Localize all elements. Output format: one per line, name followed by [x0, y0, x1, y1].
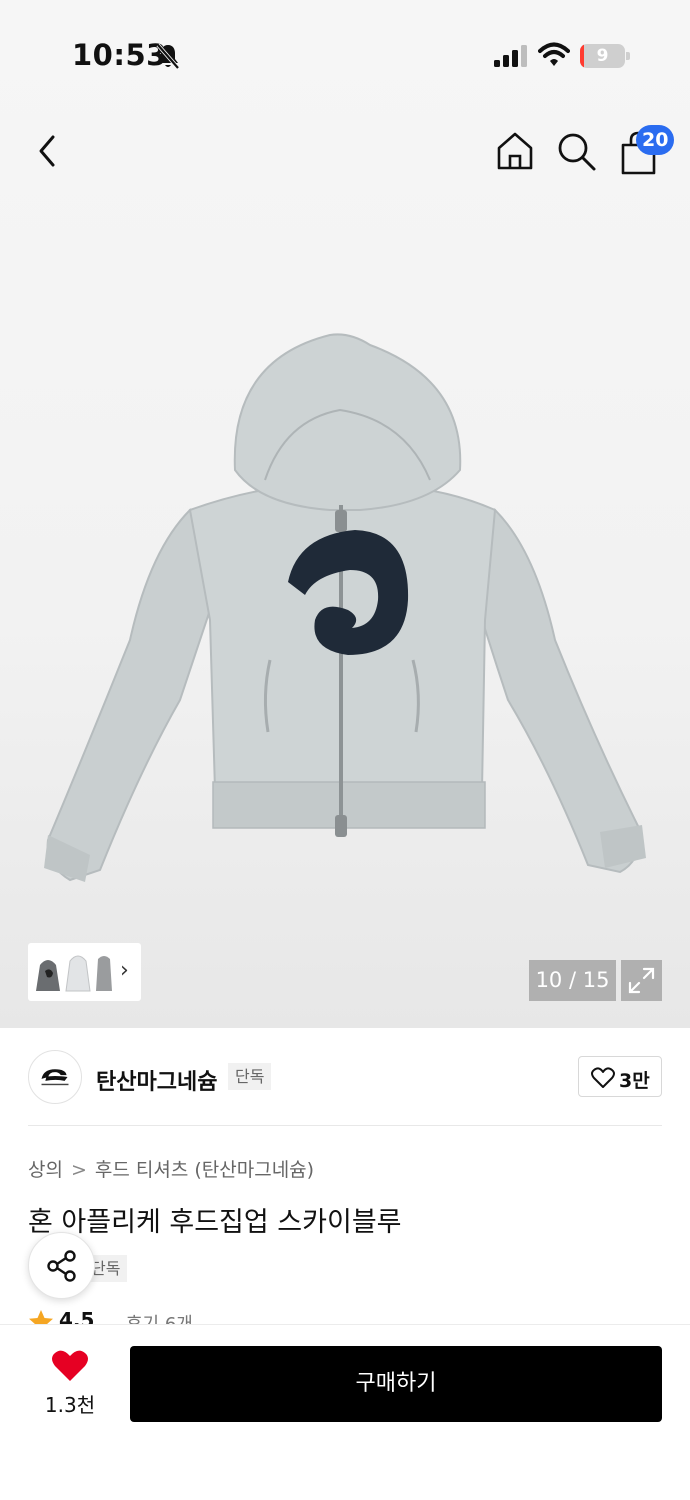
divider [28, 1125, 662, 1126]
status-time: 10:53 [72, 38, 167, 72]
battery-indicator: 9 [580, 44, 630, 68]
bell-muted-icon [156, 43, 180, 70]
wishlist-count: 1.3천 [44, 1393, 96, 1417]
top-navigation [0, 118, 690, 188]
product-photo [44, 333, 646, 882]
image-page-counter: 10 / 15 [529, 960, 616, 1001]
thumbnail-strip[interactable]: › [28, 943, 141, 1001]
battery-level: 9 [596, 46, 609, 66]
product-title: 혼 아플리케 후드집업 스카이블루 [28, 1207, 402, 1238]
share-button[interactable] [28, 1232, 95, 1299]
brand-like-count: 3만 [619, 1070, 650, 1092]
exclusive-badge: 단독 [228, 1063, 272, 1090]
expand-button[interactable] [621, 960, 662, 1001]
brand-like-button[interactable]: 3만 [578, 1056, 662, 1097]
cart-count-badge: 20 [636, 125, 675, 155]
home-button[interactable] [492, 128, 538, 174]
signal-icon [494, 45, 527, 67]
brand-logo[interactable] [28, 1050, 82, 1104]
share-icon [47, 1250, 76, 1282]
breadcrumb-subcategory[interactable]: 후드 티셔츠 (탄산마그네슘) [95, 1159, 314, 1181]
wifi-icon [538, 42, 570, 66]
breadcrumb-category[interactable]: 상의 [28, 1159, 63, 1181]
buy-button[interactable]: 구매하기 [130, 1346, 662, 1422]
wishlist-button[interactable]: 1.3천 [28, 1345, 112, 1425]
product-image-gallery[interactable]: 10:53 9 20 › 10 / 15 [0, 0, 690, 1028]
search-button[interactable] [553, 128, 599, 174]
thumbnail-images [36, 955, 112, 992]
breadcrumb: 상의 > 후드 티셔츠 (탄산마그네슘) [28, 1155, 314, 1182]
status-bar: 10:53 9 [0, 0, 690, 110]
back-button[interactable] [26, 128, 72, 174]
chevron-right-icon: › [120, 958, 129, 983]
brand-row: 탄산마그네슘 단독 3만 [0, 1048, 690, 1106]
brand-name[interactable]: 탄산마그네슘 [96, 1064, 217, 1096]
bottom-action-bar: 1.3천 구매하기 [0, 1324, 690, 1500]
heart-filled-icon [52, 1350, 88, 1381]
breadcrumb-separator: > [70, 1159, 87, 1181]
heart-outline-icon [591, 1067, 615, 1088]
